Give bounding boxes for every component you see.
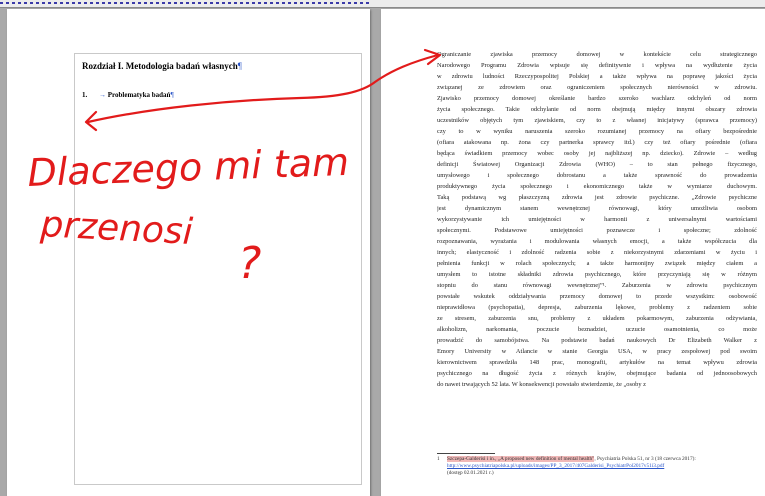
body-line: kierownictwem sprawdziła 148 prac, monog…: [437, 359, 757, 367]
section-number: 1.: [82, 91, 88, 99]
body-line: Narodowego Programu Zdrowia wpisuje się …: [437, 62, 757, 70]
body-line: psychicznego na długość życia z różnych …: [437, 370, 757, 378]
body-line: nieprawidłowa (psychopatia), depresja, z…: [437, 304, 757, 312]
body-line: wykorzystywanie ich umiejętności w harmo…: [437, 216, 757, 224]
chapter-title[interactable]: Rozdział I. Metodologia badań własnych¶: [82, 61, 242, 71]
footnote-citation: Szczepa-Galderisi i in., „A proposed new…: [446, 456, 595, 462]
document-page-left[interactable]: Rozdział I. Metodologia badań własnych¶ …: [7, 9, 370, 496]
pilcrow-mark: ¶: [237, 61, 242, 71]
body-line: prowadzić do samobójstwa. Na podstawie b…: [437, 337, 757, 345]
body-line: czy to w wyniku naruszenia szeroko rozum…: [437, 128, 757, 136]
section-heading[interactable]: 1. → Problematyka badań¶: [82, 91, 174, 99]
footnote-link[interactable]: http://www.psychiatriapolska.pl/uploads/…: [447, 463, 664, 469]
body-line: definicji Światowej Organizacji Zdrowia …: [437, 161, 757, 169]
tab-arrow-mark: →: [99, 91, 106, 99]
body-line: Emory University w Atlancie w stanie Geo…: [437, 348, 757, 356]
body-line: pełnienia funkcji w rolach społecznych; …: [437, 260, 757, 268]
body-line: związanej ze zdrowiem oraz ograniczeniem…: [437, 84, 757, 92]
body-line: rozpoznawania, wyrażania i modulowania w…: [437, 238, 757, 246]
body-line: społecznymi. Podstawowe umiejętności poz…: [437, 227, 757, 235]
body-line: (ofiara atakowana np. żona czy partnerka…: [437, 139, 757, 147]
body-line: życia społecznego. Takie odchylanie od n…: [437, 106, 757, 114]
document-page-right[interactable]: Ograniczanie zjawiska przemocy domowej w…: [381, 9, 765, 496]
body-paragraph[interactable]: Ograniczanie zjawiska przemocy domowej w…: [437, 49, 757, 390]
body-line: powstałe wskutek oddziaływania przemocy …: [437, 293, 757, 301]
body-line: będąca świadkiem przemocy wobec osoby je…: [437, 150, 757, 158]
chapter-title-text: Rozdział I. Metodologia badań własnych: [82, 61, 238, 71]
body-line: Taką podstawą wg płaszczyzną zdrowia jes…: [437, 194, 757, 202]
body-line: w zdrowiu ludności Rzeczypospolitej Pols…: [437, 73, 757, 81]
footnote-separator: [437, 453, 495, 454]
body-line: produktywnego życia społecznego i ekonom…: [437, 183, 757, 191]
body-line: uczestników objętych tym zjawiskiem, czy…: [437, 117, 757, 125]
pilcrow-mark: ¶: [170, 91, 174, 99]
body-line: innych; elastyczność i zdolność radzenia…: [437, 249, 757, 257]
ruler-dashes: [0, 2, 370, 4]
footnote-number: 1: [437, 456, 440, 462]
text-area-boundary: [74, 53, 362, 485]
section-title-text: Problematyka badań: [107, 91, 171, 99]
body-line: Ograniczanie zjawiska przemocy domowej w…: [437, 51, 757, 58]
body-line: jest dynamicznym stanem wewnętrznej równ…: [437, 205, 757, 213]
body-line: umysłowego i społecznego dobrostanu a ta…: [437, 172, 757, 180]
body-line: alkoholizm, narkomania, poczucie beznadz…: [437, 326, 757, 334]
footnote-area[interactable]: 1 Szczepa-Galderisi i in., „A proposed n…: [437, 456, 757, 477]
body-line: Zjawisko przemocy domowej określanie bar…: [437, 95, 757, 103]
body-line: stopniu do stanu równowagi wewnętrznej”¹…: [437, 282, 757, 290]
body-line: umysłem to istotne składniki zdrowia psy…: [437, 271, 757, 279]
top-ruler: [0, 0, 765, 8]
footnote-accessed: (dostęp 02.01.2021 r.): [447, 470, 494, 476]
body-line: do nawet trwających 52 lata. W konsekwen…: [437, 381, 646, 389]
body-line: ze stresem, zaburzenia snu, problemy z u…: [437, 315, 757, 323]
footnote-source: , Psychiatria Polska 51, nr 3 (18 czerwc…: [594, 456, 696, 462]
